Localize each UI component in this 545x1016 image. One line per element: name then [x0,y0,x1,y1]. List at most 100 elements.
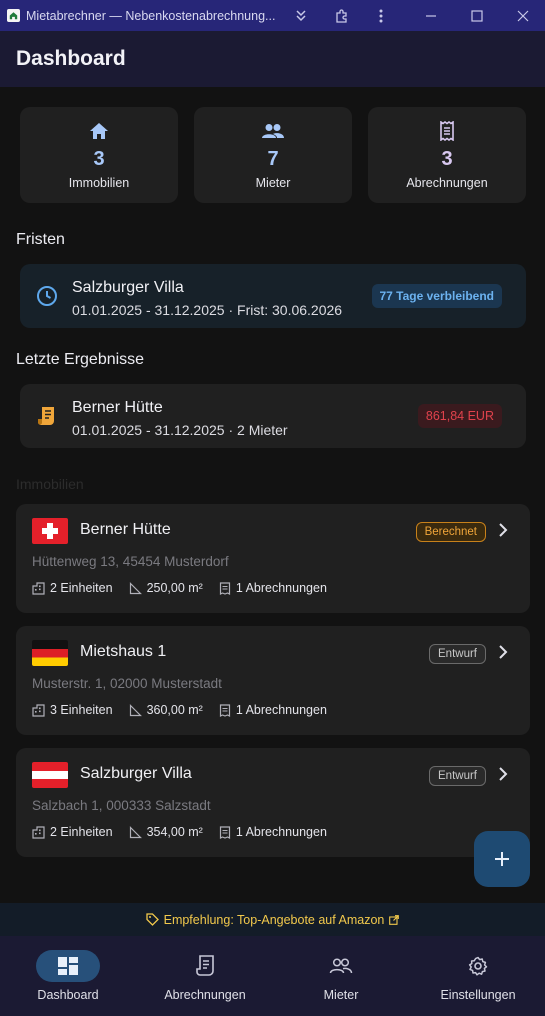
chevron-right-icon[interactable] [496,645,510,659]
nav-item-settings[interactable]: Einstellungen [428,936,528,1016]
promo-text: Empfehlung: Top-Angebote auf Amazon [163,912,385,927]
property-name: Salzburger Villa [80,765,192,782]
close-button[interactable] [503,0,543,31]
deadline-period: 01.01.2025 - 31.12.2025 · Frist: 30.06.2… [72,302,343,318]
property-card[interactable]: Mietshaus 1 Entwurf Musterstr. 1, 02000 … [16,626,530,735]
stat-card-properties[interactable]: 3 Immobilien [20,107,178,203]
page-title: Dashboard [16,47,126,70]
status-badge: Berechnet [415,522,486,542]
ruler-triangle-icon [129,703,142,716]
window-titlebar: Mietabrechner — Nebenkostenabrechnung... [0,0,545,31]
bottom-navigation: Dashboard Abrechnungen Mieter Einstellun… [0,936,545,1016]
nav-label: Abrechnungen [164,988,246,1002]
minimize-button[interactable] [411,0,451,31]
maximize-button[interactable] [457,0,497,31]
property-meta: 2 Einheiten 354,00 m² 1 Abrechnungen [32,825,343,839]
external-link-icon [389,914,400,925]
stat-value: 3 [93,148,105,170]
section-title-results: Letzte Ergebnisse [16,351,145,368]
receipt-icon [36,405,58,427]
statements-count: 1 Abrechnungen [235,581,327,595]
units-meta: 3 Einheiten [32,703,113,717]
area-meta: 360,00 m² [129,703,203,717]
area-meta: 354,00 m² [129,825,203,839]
result-amount-badge: 861,84 EUR [417,404,502,428]
status-badge: Entwurf [429,766,486,786]
gear-icon [446,950,510,982]
deadline-card[interactable]: Salzburger Villa 01.01.2025 - 31.12.2025… [20,264,526,328]
receipt-icon [439,121,455,141]
amazon-promo-link[interactable]: Empfehlung: Top-Angebote auf Amazon [0,903,545,936]
tag-icon [145,913,159,926]
deadline-property-name: Salzburger Villa [72,279,184,296]
statements-meta: 1 Abrechnungen [219,703,327,717]
stat-label: Mieter [255,176,291,190]
germany-flag-icon [32,640,68,666]
nav-label: Mieter [323,988,359,1002]
minimize-to-tray-icon[interactable] [281,0,321,31]
receipt-icon [219,703,230,717]
statements-count: 1 Abrechnungen [235,703,327,717]
property-card[interactable]: Berner Hütte Berechnet Hüttenweg 13, 454… [16,504,530,613]
units-meta: 2 Einheiten [32,581,113,595]
property-name: Mietshaus 1 [80,643,167,660]
area-value: 354,00 m² [146,825,203,839]
app-home-icon [6,9,20,23]
nav-item-dashboard[interactable]: Dashboard [28,936,108,1016]
stat-card-tenants[interactable]: 7 Mieter [194,107,352,203]
result-card[interactable]: Berner Hütte 01.01.2025 - 31.12.2025 · 2… [20,384,526,448]
stat-label: Immobilien [68,176,130,190]
ruler-triangle-icon [129,581,142,594]
result-property-name: Berner Hütte [72,399,163,416]
nav-item-statements[interactable]: Abrechnungen [155,936,255,1016]
more-menu-icon[interactable] [361,0,401,31]
people-icon [309,950,373,982]
statements-count: 1 Abrechnungen [235,825,327,839]
property-name: Berner Hütte [80,521,171,538]
property-address: Hüttenweg 13, 45454 Musterdorf [32,554,229,569]
stat-card-statements[interactable]: 3 Abrechnungen [368,107,526,203]
chevron-right-icon[interactable] [496,523,510,537]
people-icon [261,121,285,141]
result-period: 01.01.2025 - 31.12.2025 · 2 Mieter [72,422,288,438]
building-icon [32,703,45,717]
property-address: Musterstr. 1, 02000 Musterstadt [32,676,222,691]
chevron-right-icon[interactable] [496,767,510,781]
extensions-icon[interactable] [322,0,362,31]
building-icon [32,825,45,839]
nav-label: Einstellungen [440,988,516,1002]
nav-item-tenants[interactable]: Mieter [301,936,381,1016]
property-address: Salzbach 1, 000333 Salzstadt [32,798,211,813]
stat-label: Abrechnungen [406,176,488,190]
home-icon [89,121,109,141]
nav-label: Dashboard [37,988,99,1002]
plus-icon [495,852,509,866]
receipt-icon [219,825,230,839]
area-value: 250,00 m² [146,581,203,595]
app-bar: Dashboard [0,31,545,87]
units-meta: 2 Einheiten [32,825,113,839]
area-value: 360,00 m² [146,703,203,717]
units-count: 2 Einheiten [50,825,113,839]
property-meta: 2 Einheiten 250,00 m² 1 Abrechnungen [32,581,343,595]
property-card[interactable]: Salzburger Villa Entwurf Salzbach 1, 000… [16,748,530,857]
section-title-deadlines: Fristen [16,231,65,248]
statements-meta: 1 Abrechnungen [219,825,327,839]
stat-value: 3 [441,148,453,170]
days-remaining-badge: 77 Tage verbleibend [371,284,502,308]
switzerland-flag-icon [32,518,68,544]
dashboard-icon [36,950,100,982]
building-icon [32,581,45,595]
area-meta: 250,00 m² [129,581,203,595]
receipt-icon [219,581,230,595]
statements-meta: 1 Abrechnungen [219,581,327,595]
units-count: 2 Einheiten [50,581,113,595]
window-title: Mietabrechner — Nebenkostenabrechnung... [26,8,276,23]
clock-icon [36,285,58,307]
property-meta: 3 Einheiten 360,00 m² 1 Abrechnungen [32,703,343,717]
units-count: 3 Einheiten [50,703,113,717]
add-property-button[interactable] [474,831,530,887]
section-title-properties: Immobilien [16,476,84,492]
austria-flag-icon [32,762,68,788]
ruler-triangle-icon [129,825,142,838]
